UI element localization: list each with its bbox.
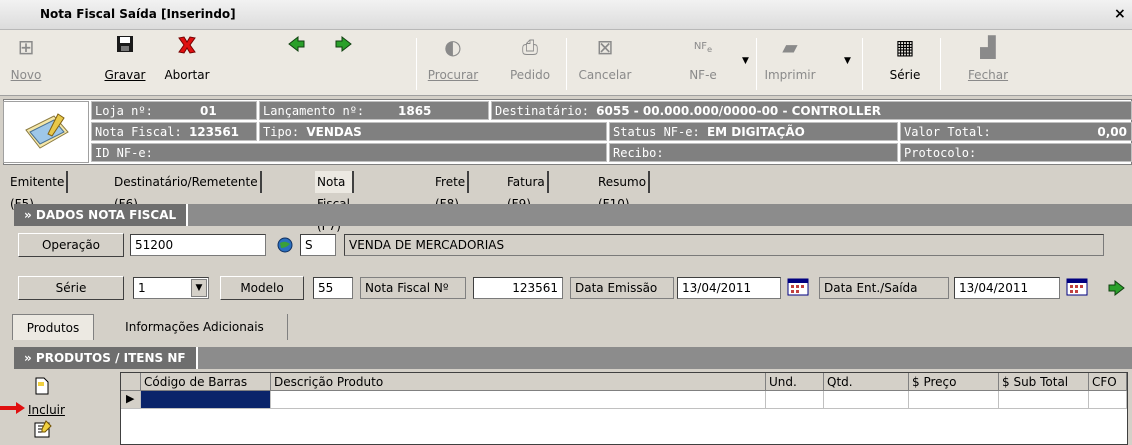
- search-icon: ◐: [444, 35, 462, 59]
- lancamento-cell: Lançamento nº: 1865: [259, 101, 489, 120]
- table-cell-descricao[interactable]: [271, 391, 766, 409]
- operacao-button[interactable]: Operação: [18, 233, 124, 257]
- protocolo-cell: Protocolo:: [900, 143, 1132, 162]
- dados-section-title: » DADOS NOTA FISCAL: [14, 204, 189, 226]
- document-logo-icon: [3, 101, 89, 163]
- toolbar-separator: [416, 38, 417, 90]
- column-header-qtd[interactable]: Qtd.: [824, 373, 909, 391]
- arrow-right-icon: [328, 34, 358, 60]
- arrow-left-icon: [282, 34, 312, 60]
- nfe-dropdown-arrow-icon[interactable]: ▼: [742, 56, 749, 66]
- nota-fiscal-numero-label: Nota Fiscal Nº: [360, 277, 466, 299]
- toolbar-separator: [940, 38, 941, 90]
- dados-section-bar: » DADOS NOTA FISCAL: [14, 204, 1132, 226]
- column-header-descricao[interactable]: Descrição Produto: [271, 373, 766, 391]
- id-nfe-cell: ID NF-e:: [91, 143, 607, 162]
- operacao-descricao-field: VENDA DE MERCADORIAS: [344, 234, 1104, 256]
- data-entrada-saida-label: Data Ent./Saída: [819, 277, 949, 299]
- save-icon: [102, 34, 148, 60]
- serie-label-button[interactable]: Série: [18, 276, 124, 300]
- row-pointer-icon: ▶: [126, 392, 135, 405]
- column-header-preco[interactable]: $ Preço: [909, 373, 999, 391]
- printer-icon: ▰: [782, 35, 798, 59]
- edit-item-icon[interactable]: [34, 420, 52, 441]
- imprimir-dropdown-arrow-icon[interactable]: ▼: [844, 56, 851, 66]
- data-emissao-label: Data Emissão: [570, 277, 674, 299]
- nota-fiscal-numero-field[interactable]: 123561: [473, 277, 563, 299]
- fechar-button[interactable]: ▟ Fechar: [958, 34, 1018, 90]
- novo-button[interactable]: ⊞ Novo: [6, 34, 46, 90]
- tab-frete[interactable]: Frete (F8): [433, 171, 470, 211]
- serie-button[interactable]: ▦ Série: [880, 34, 930, 90]
- produtos-section-title: » PRODUTOS / ITENS NF: [14, 347, 198, 369]
- recibo-cell: Recibo:: [609, 143, 898, 162]
- new-document-icon: ⊞: [17, 35, 35, 59]
- chevron-down-icon[interactable]: ▼: [191, 279, 207, 297]
- nfe-icon: NFe: [693, 41, 713, 54]
- column-header-codigo[interactable]: Código de Barras: [141, 373, 271, 391]
- table-cell-qtd[interactable]: [824, 391, 909, 409]
- door-exit-icon: ▟: [980, 35, 996, 59]
- table-cell-und[interactable]: [766, 391, 824, 409]
- tab-destinatario[interactable]: Destinatário/Remetente (F6): [112, 171, 262, 211]
- cancelar-button[interactable]: ⊠ Cancelar: [570, 34, 640, 90]
- toolbar-separator: [756, 38, 757, 90]
- operacao-field[interactable]: 51200: [130, 234, 266, 256]
- table-cell-preco[interactable]: [909, 391, 999, 409]
- window-title: Nota Fiscal Saída [Inserindo]: [40, 7, 236, 21]
- row-indicator: ▶: [121, 391, 141, 409]
- nota-fiscal-cell: Nota Fiscal: 123561: [91, 122, 257, 141]
- subtab-produtos[interactable]: Produtos: [12, 314, 94, 340]
- tipo-cell: Tipo: VENDAS: [259, 122, 607, 141]
- column-header-cfo[interactable]: CFO: [1089, 373, 1127, 391]
- imprimir-button[interactable]: ▰ Imprimir: [760, 34, 820, 90]
- produtos-section-bar: » PRODUTOS / ITENS NF: [14, 347, 1132, 369]
- serie-select[interactable]: 1 ▼: [133, 277, 209, 299]
- tab-emitente[interactable]: Emitente (F5): [8, 171, 69, 211]
- arrow-right-icon[interactable]: [1106, 278, 1126, 301]
- tab-fatura[interactable]: Fatura (F9): [505, 171, 549, 211]
- previous-button[interactable]: [282, 34, 312, 90]
- pedido-button[interactable]: ⎙ Pedido: [500, 34, 560, 90]
- calendar-icon[interactable]: [787, 278, 809, 299]
- red-arrow-pointer-icon: [0, 401, 26, 418]
- table-cell-cfo[interactable]: [1089, 391, 1127, 409]
- toolbar-separator: [566, 38, 567, 90]
- status-nfe-cell: Status NF-e: EM DIGITAÇÃO: [609, 122, 898, 141]
- globe-search-icon[interactable]: [276, 235, 296, 260]
- subtab-informacoes-adicionais[interactable]: Informações Adicionais: [102, 314, 288, 340]
- abortar-button[interactable]: Abortar: [162, 34, 212, 90]
- order-icon: ⎙: [522, 35, 538, 59]
- column-header-subtotal[interactable]: $ Sub Total: [999, 373, 1089, 391]
- tab-nota-fiscal[interactable]: Nota Fiscal (F7): [315, 171, 354, 233]
- grid-corner: [121, 373, 141, 391]
- cancel-document-icon: ⊠: [596, 35, 614, 59]
- abort-x-icon: [162, 34, 212, 60]
- destinatario-cell: Destinatário: 6055 - 00.000.000/0000-00 …: [491, 101, 1132, 120]
- valor-total-cell: Valor Total: 0,00: [900, 122, 1132, 141]
- close-icon[interactable]: ×: [1114, 7, 1126, 21]
- nfe-button[interactable]: NFe NF-e: [678, 34, 728, 90]
- toolbar: ⊞ Novo Gravar Abortar ◐ Procurar ⎙ Pedid…: [0, 30, 1132, 96]
- produtos-grid[interactable]: Código de Barras Descrição Produto Und. …: [120, 372, 1128, 445]
- table-cell-subtotal[interactable]: [999, 391, 1089, 409]
- data-entrada-saida-field[interactable]: 13/04/2011: [954, 277, 1060, 299]
- tab-resumo[interactable]: Resumo (F10): [596, 171, 651, 211]
- calendar-icon[interactable]: [1066, 278, 1088, 299]
- modelo-label-button[interactable]: Modelo: [220, 276, 304, 300]
- new-item-icon[interactable]: [34, 377, 50, 398]
- data-emissao-field[interactable]: 13/04/2011: [677, 277, 781, 299]
- operacao-tipo-field[interactable]: S: [300, 234, 336, 256]
- toolbar-separator: [862, 38, 863, 90]
- table-cell-codigo[interactable]: [141, 391, 271, 409]
- barcode-icon: ▦: [895, 35, 915, 59]
- procurar-button[interactable]: ◐ Procurar: [423, 34, 483, 90]
- loja-cell: Loja nº: 01: [91, 101, 257, 120]
- incluir-button[interactable]: Incluir: [28, 403, 65, 417]
- gravar-button[interactable]: Gravar: [102, 34, 148, 90]
- modelo-field[interactable]: 55: [313, 277, 353, 299]
- column-header-und[interactable]: Und.: [766, 373, 824, 391]
- next-button[interactable]: [328, 34, 358, 90]
